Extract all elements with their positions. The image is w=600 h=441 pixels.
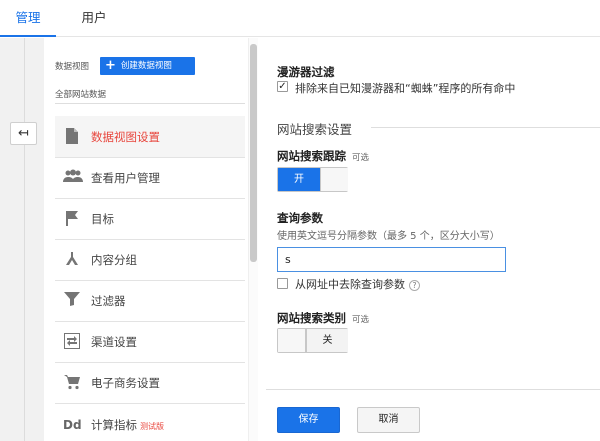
divider <box>266 389 600 390</box>
tab-admin[interactable]: 管理 <box>0 0 56 37</box>
rail-divider <box>24 38 25 441</box>
create-view-label: 创建数据视图 <box>120 61 172 71</box>
nav-label: 查看用户管理 <box>91 171 160 185</box>
dd-icon: Dd <box>63 418 82 432</box>
tab-user[interactable]: 用户 <box>64 0 124 37</box>
optional-tag: 可选 <box>352 315 370 325</box>
strip-query-label: 从网址中去除查询参数 <box>295 278 405 291</box>
view-name: 全部网站数据 <box>55 90 107 100</box>
nav-label: 数据视图设置 <box>91 130 160 144</box>
column-label: 数据视图 <box>55 62 90 72</box>
nav-item-calculated-metrics[interactable]: Dd 计算指标 测试版 <box>55 404 245 441</box>
flag-icon <box>63 210 81 228</box>
divider <box>371 127 600 128</box>
nav-label-text: 计算指标 <box>91 418 137 432</box>
nav-item-channel-settings[interactable]: 渠道设置 <box>55 321 245 362</box>
nav-label: 电子商务设置 <box>91 376 160 390</box>
document-icon <box>63 128 81 146</box>
toggle-on-label: 开 <box>278 168 320 191</box>
back-button[interactable]: ↤ <box>10 122 37 145</box>
channel-settings-icon <box>63 333 81 351</box>
filter-icon <box>63 292 81 310</box>
toggle-knob <box>320 168 348 191</box>
content-grouping-icon <box>63 251 81 269</box>
bot-filter-label: 排除来自已知漫游器和“蜘蛛”程序的所有命中 <box>295 82 516 95</box>
category-label-text: 网站搜索类别 <box>277 311 346 325</box>
section-title: 网站搜索设置 <box>277 122 353 137</box>
nav-item-user-management[interactable]: 查看用户管理 <box>55 157 245 198</box>
nav-label: 目标 <box>91 212 114 226</box>
plus-icon: + <box>105 58 116 73</box>
save-button[interactable]: 保存 <box>277 407 340 433</box>
site-search-tracking-toggle[interactable]: 开 <box>277 167 348 192</box>
query-param-hint: 使用英文逗号分隔参数（最多 5 个，区分大小写） <box>277 231 500 242</box>
beta-badge: 测试版 <box>140 422 164 431</box>
query-param-label: 查询参数 <box>277 211 323 225</box>
nav-item-filters[interactable]: 过滤器 <box>55 280 245 321</box>
site-search-category-toggle[interactable]: 关 <box>277 328 348 353</box>
nav-label: 计算指标 测试版 <box>91 417 164 433</box>
tracking-label-text: 网站搜索跟踪 <box>277 149 346 163</box>
bot-filter-checkbox[interactable]: ✓ <box>277 81 288 92</box>
bot-filter-title: 漫游器过滤 <box>277 65 335 79</box>
nav-label: 内容分组 <box>91 253 137 267</box>
nav-item-goals[interactable]: 目标 <box>55 198 245 239</box>
site-search-tracking-label: 网站搜索跟踪 可选 <box>277 148 369 164</box>
top-tab-bar: 管理 用户 <box>0 0 600 37</box>
nav-item-content-grouping[interactable]: 内容分组 <box>55 239 245 280</box>
arrow-back-icon: ↤ <box>18 126 29 141</box>
scrollbar-thumb[interactable] <box>250 44 257 262</box>
divider <box>55 103 245 104</box>
strip-query-row: 从网址中去除查询参数? <box>295 276 420 292</box>
nav-item-view-settings[interactable]: 数据视图设置 <box>55 116 245 157</box>
nav-label: 渠道设置 <box>91 335 137 349</box>
toggle-off-label: 关 <box>306 329 348 352</box>
cart-icon <box>63 374 81 392</box>
query-param-input[interactable] <box>277 247 506 272</box>
optional-tag: 可选 <box>352 153 370 163</box>
toggle-knob <box>278 329 306 352</box>
strip-query-checkbox[interactable] <box>277 278 288 289</box>
nav-label: 过滤器 <box>91 294 126 308</box>
people-icon <box>63 169 83 187</box>
help-icon[interactable]: ? <box>409 280 420 291</box>
left-rail <box>0 38 44 441</box>
cancel-button[interactable]: 取消 <box>357 407 420 433</box>
create-view-button[interactable]: + 创建数据视图 <box>100 57 195 75</box>
site-search-category-label: 网站搜索类别 可选 <box>277 310 369 326</box>
nav-item-ecommerce-settings[interactable]: 电子商务设置 <box>55 362 245 403</box>
